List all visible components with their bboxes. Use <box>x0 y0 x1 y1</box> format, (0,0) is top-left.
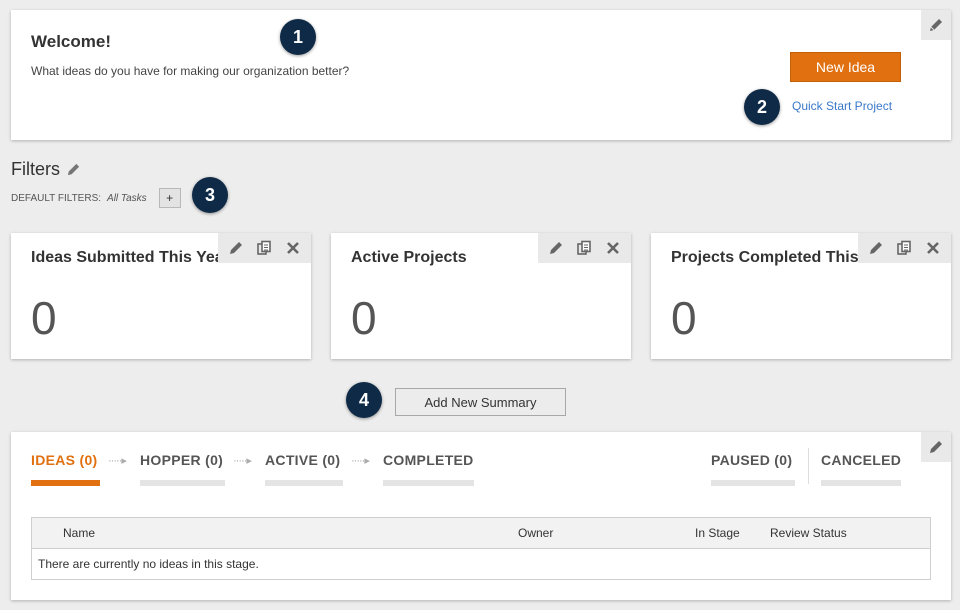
copy-summary-button[interactable] <box>252 236 276 260</box>
summary-toolbar <box>858 233 951 263</box>
callout-badge-4: 4 <box>346 382 382 418</box>
pencil-icon <box>550 242 563 254</box>
default-filters-row: DEFAULT FILTERS: All Tasks + <box>11 188 181 208</box>
summary-card: Projects Completed This Year 0 <box>651 233 951 359</box>
pencil-icon <box>930 441 942 453</box>
close-icon <box>606 242 619 254</box>
plus-icon: + <box>166 191 174 205</box>
summary-title: Active Projects <box>351 249 467 266</box>
welcome-subtitle: What ideas do you have for making our or… <box>31 64 350 78</box>
close-icon <box>286 242 299 254</box>
copy-icon <box>257 240 272 255</box>
column-header-owner[interactable]: Owner <box>518 526 553 540</box>
stage-indicator <box>265 480 343 486</box>
summary-value: 0 <box>351 292 377 344</box>
stage-indicator <box>31 480 100 486</box>
filters-title: Filters <box>11 159 60 179</box>
ideas-table: Name Owner In Stage Review Status There … <box>31 517 931 580</box>
edit-welcome-button[interactable] <box>921 10 951 40</box>
arrow-icon: ·····▸ <box>233 455 252 467</box>
new-idea-button[interactable]: New Idea <box>790 52 901 82</box>
column-header-in-stage[interactable]: In Stage <box>695 526 740 540</box>
stage-tab-hopper[interactable]: HOPPER (0) <box>140 452 223 468</box>
stage-indicator <box>140 480 225 486</box>
summary-title: Ideas Submitted This Year <box>31 249 230 266</box>
pencil-icon <box>230 242 243 254</box>
stage-tab-ideas[interactable]: IDEAS (0) <box>31 452 98 468</box>
empty-table-message: There are currently no ideas in this sta… <box>38 557 259 571</box>
summary-value: 0 <box>671 292 697 344</box>
stage-divider <box>808 448 809 484</box>
pencil-icon <box>870 242 883 254</box>
stage-tab-completed[interactable]: COMPLETED <box>383 452 474 468</box>
welcome-title: Welcome! <box>31 32 111 51</box>
stage-tab-active[interactable]: ACTIVE (0) <box>265 452 340 468</box>
filters-heading: Filters <box>11 159 81 180</box>
arrow-icon: ·····▸ <box>108 455 127 467</box>
summary-card: Ideas Submitted This Year 0 <box>11 233 311 359</box>
summary-toolbar <box>218 233 311 263</box>
callout-badge-2: 2 <box>744 89 780 125</box>
callout-badge-1: 1 <box>280 19 316 55</box>
stage-tab-canceled[interactable]: CANCELED <box>821 452 901 468</box>
default-filters-value[interactable]: All Tasks <box>107 193 147 204</box>
summary-value: 0 <box>31 292 57 344</box>
stage-indicator <box>711 480 795 486</box>
table-header: Name Owner In Stage Review Status <box>32 518 930 549</box>
copy-icon <box>897 240 912 255</box>
pencil-icon <box>930 19 942 31</box>
edit-pipeline-button[interactable] <box>921 432 951 462</box>
quick-start-project-link[interactable]: Quick Start Project <box>792 99 892 113</box>
column-header-review-status[interactable]: Review Status <box>770 526 847 540</box>
copy-summary-button[interactable] <box>572 236 596 260</box>
summary-toolbar <box>538 233 631 263</box>
add-filter-button[interactable]: + <box>158 188 181 208</box>
callout-badge-3: 3 <box>192 177 228 213</box>
welcome-card: Welcome! What ideas do you have for maki… <box>11 10 951 140</box>
pencil-icon[interactable] <box>66 162 81 177</box>
arrow-icon: ·····▸ <box>351 455 370 467</box>
pipeline-card: IDEAS (0) ·····▸ HOPPER (0) ·····▸ ACTIV… <box>11 432 951 600</box>
remove-summary-button[interactable] <box>921 236 945 260</box>
edit-summary-button[interactable] <box>224 236 248 260</box>
column-header-name[interactable]: Name <box>63 526 95 540</box>
summary-card: Active Projects 0 <box>331 233 631 359</box>
edit-summary-button[interactable] <box>864 236 888 260</box>
copy-icon <box>577 240 592 255</box>
default-filters-label: DEFAULT FILTERS: <box>11 192 102 204</box>
add-new-summary-button[interactable]: Add New Summary <box>395 388 566 416</box>
stage-indicator <box>821 480 901 486</box>
stage-indicator <box>383 480 474 486</box>
edit-summary-button[interactable] <box>544 236 568 260</box>
copy-summary-button[interactable] <box>892 236 916 260</box>
remove-summary-button[interactable] <box>601 236 625 260</box>
remove-summary-button[interactable] <box>281 236 305 260</box>
stage-tab-paused[interactable]: PAUSED (0) <box>711 452 792 468</box>
close-icon <box>926 242 939 254</box>
